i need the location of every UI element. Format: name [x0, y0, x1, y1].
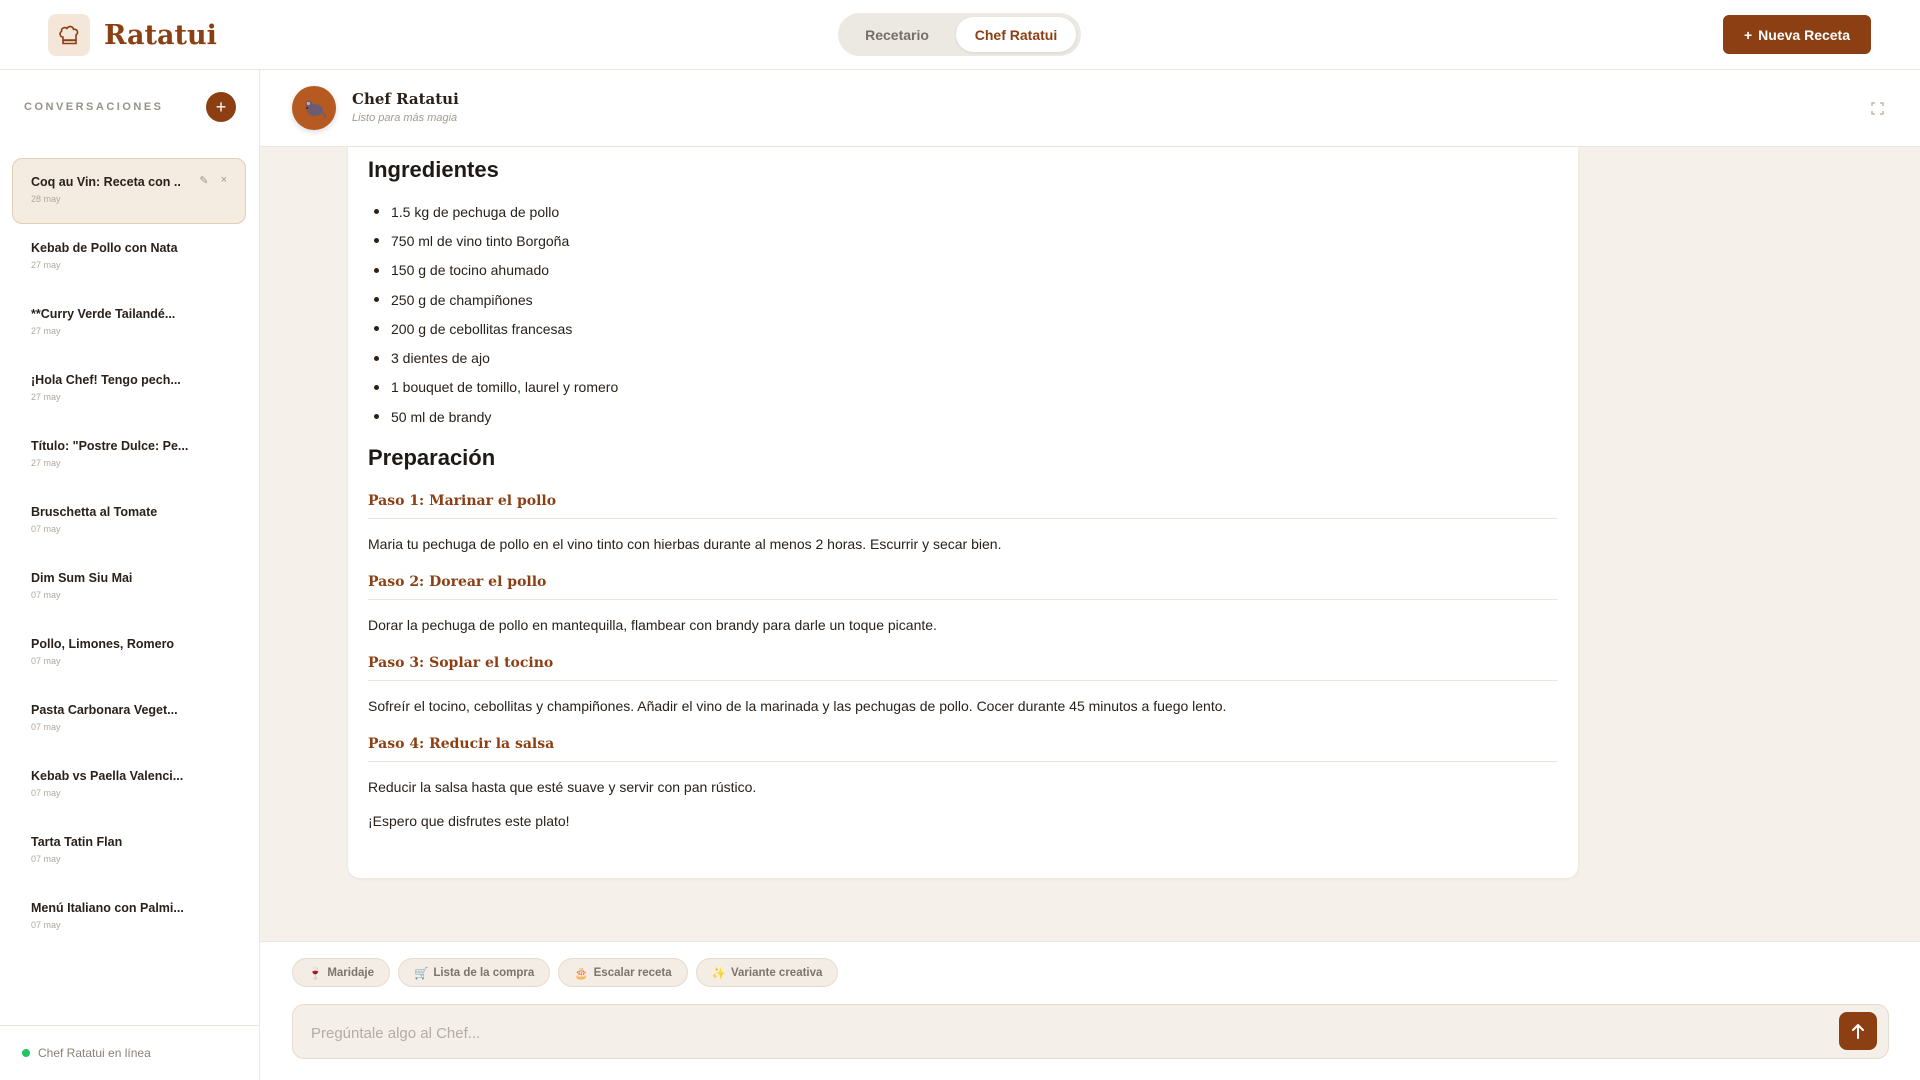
conversation-item[interactable]: Kebab vs Paella Valenci... 07 may: [12, 752, 246, 818]
send-button[interactable]: [1839, 1012, 1877, 1050]
ingredients-heading: Ingredientes: [368, 157, 499, 182]
avatar: [292, 86, 336, 130]
conversation-date: 07 may: [31, 920, 61, 930]
conversation-date: 07 may: [31, 590, 61, 600]
chat-input-container: [292, 1004, 1889, 1059]
chip-maridaje[interactable]: 🍷 Maridaje: [292, 958, 390, 987]
conversation-list: Coq au Vin: Receta con ... 28 may ✎ × Ke…: [12, 158, 246, 950]
conversation-item[interactable]: **Curry Verde Tailandé... 27 may: [12, 290, 246, 356]
chat-header: Chef Ratatui Listo para más magia: [260, 70, 1920, 147]
chip-scale-recipe[interactable]: 🎂 Escalar receta: [558, 958, 688, 987]
online-status: Chef Ratatui en línea: [0, 1025, 259, 1080]
conversation-date: 27 may: [31, 260, 61, 270]
conversations-sidebar: CONVERSACIONES + Coq au Vin: Receta con …: [0, 70, 260, 1080]
sidebar-header: CONVERSACIONES +: [24, 92, 236, 122]
list-item: 1.5 kg de pechuga de pollo: [368, 197, 1558, 226]
assistant-message: Ingredientes 1.5 kg de pechuga de pollo …: [348, 147, 1578, 878]
chip-creative-variant[interactable]: ✨ Variante creativa: [695, 958, 839, 987]
preparation-heading: Preparación: [368, 445, 496, 471]
conversation-date: 07 may: [31, 788, 61, 798]
conversation-date: 07 may: [31, 854, 61, 864]
online-dot-icon: [22, 1049, 30, 1057]
conversation-date: 27 may: [31, 392, 61, 402]
conversation-item[interactable]: Menú Italiano con Palmi... 07 may: [12, 884, 246, 950]
arrow-up-icon: [1852, 1024, 1864, 1039]
sidebar-title: CONVERSACIONES: [24, 101, 164, 113]
top-bar: Ratatui Recetario Chef Ratatui + Nueva R…: [0, 0, 1920, 70]
chat-title: Chef Ratatui: [352, 90, 459, 108]
step-title: Paso 1: Marinar el pollo: [368, 493, 1558, 520]
list-item: 1 bouquet de tomillo, laurel y romero: [368, 373, 1558, 402]
quick-actions: 🍷 Maridaje 🛒 Lista de la compra 🎂 Escala…: [292, 958, 839, 987]
conversation-title: Pollo, Limones, Romero: [31, 637, 175, 651]
new-recipe-button[interactable]: + Nueva Receta: [1723, 15, 1871, 54]
tab-chef-ratatui[interactable]: Chef Ratatui: [956, 17, 1076, 52]
ingredients-list: 1.5 kg de pechuga de pollo 750 ml de vin…: [368, 197, 1558, 431]
new-conversation-button[interactable]: +: [206, 92, 236, 122]
step-title: Paso 2: Dorear el pollo: [368, 574, 1558, 601]
conversation-item[interactable]: Bruschetta al Tomate 07 may: [12, 488, 246, 554]
conversation-title: Kebab vs Paella Valenci...: [31, 769, 184, 783]
conversation-item[interactable]: Coq au Vin: Receta con ... 28 may ✎ ×: [12, 158, 246, 224]
conversation-title: Título: "Postre Dulce: Pe...: [31, 439, 189, 453]
list-item: 50 ml de brandy: [368, 402, 1558, 431]
conversation-item[interactable]: Título: "Postre Dulce: Pe... 27 may: [12, 422, 246, 488]
step-title: Paso 4: Reducir la salsa: [368, 736, 1558, 763]
conversation-date: 07 may: [31, 524, 61, 534]
conversation-date: 07 may: [31, 722, 61, 732]
conversation-title: Menú Italiano con Palmi...: [31, 901, 184, 915]
conversation-item[interactable]: Dim Sum Siu Mai 07 may: [12, 554, 246, 620]
list-item: 200 g de cebollitas francesas: [368, 314, 1558, 343]
wine-icon: 🍷: [308, 967, 323, 980]
cake-icon: 🎂: [574, 967, 589, 980]
conversation-item[interactable]: Pollo, Limones, Romero 07 may: [12, 620, 246, 686]
step-text: Reducir la salsa hasta que esté suave y …: [368, 779, 757, 796]
closing-text: ¡Espero que disfrutes este plato!: [368, 813, 570, 830]
chef-hat-icon: [48, 14, 90, 56]
step-text: Maria tu pechuga de pollo en el vino tin…: [368, 536, 1002, 553]
list-item: 750 ml de vino tinto Borgoña: [368, 226, 1558, 255]
conversation-item[interactable]: ¡Hola Chef! Tengo pech... 27 may: [12, 356, 246, 422]
list-item: 3 dientes de ajo: [368, 343, 1558, 372]
brand-logo[interactable]: Ratatui: [48, 14, 217, 56]
expand-icon[interactable]: [1871, 102, 1884, 115]
conversation-date: 27 may: [31, 458, 61, 468]
conversation-item[interactable]: Pasta Carbonara Veget... 07 may: [12, 686, 246, 752]
conversation-title: ¡Hola Chef! Tengo pech...: [31, 373, 181, 387]
close-icon[interactable]: ×: [221, 174, 227, 187]
conversation-date: 27 may: [31, 326, 61, 336]
conversation-title: Bruschetta al Tomate: [31, 505, 158, 519]
step-title: Paso 3: Soplar el tocino: [368, 655, 1558, 682]
conversation-date: 07 may: [31, 656, 61, 666]
online-status-text: Chef Ratatui en línea: [38, 1046, 151, 1060]
chat-input[interactable]: [311, 1021, 1791, 1045]
conversation-title: **Curry Verde Tailandé...: [31, 307, 176, 321]
tab-recetario[interactable]: Recetario: [842, 17, 952, 52]
conversation-item[interactable]: Kebab de Pollo con Nata 27 may: [12, 224, 246, 290]
rat-icon: [305, 100, 326, 119]
sparkles-icon: ✨: [711, 967, 726, 980]
conversation-actions: ✎ ×: [199, 174, 227, 187]
brand-name: Ratatui: [104, 19, 217, 51]
list-item: 150 g de tocino ahumado: [368, 256, 1558, 285]
conversation-date: 28 may: [31, 194, 61, 204]
view-tabs: Recetario Chef Ratatui: [838, 13, 1081, 56]
cart-icon: 🛒: [414, 967, 429, 980]
plus-icon: +: [1743, 26, 1753, 43]
chat-status: Listo para más magia: [352, 112, 458, 124]
conversation-title: Dim Sum Siu Mai: [31, 571, 133, 585]
conversation-title: Tarta Tatin Flan: [31, 835, 123, 849]
conversation-title: Kebab de Pollo con Nata: [31, 241, 178, 255]
step-text: Sofreír el tocino, cebollitas y champiño…: [368, 698, 1227, 715]
new-recipe-label: Nueva Receta: [1758, 26, 1850, 43]
conversation-title: Pasta Carbonara Veget...: [31, 703, 178, 717]
chip-shopping-list[interactable]: 🛒 Lista de la compra: [398, 958, 551, 987]
edit-icon[interactable]: ✎: [199, 174, 208, 187]
list-item: 250 g de champiñones: [368, 285, 1558, 314]
conversation-title: Coq au Vin: Receta con ...: [31, 175, 181, 189]
step-text: Dorar la pechuga de pollo en mantequilla…: [368, 617, 937, 634]
message-composer: 🍷 Maridaje 🛒 Lista de la compra 🎂 Escala…: [260, 941, 1920, 1080]
conversation-item[interactable]: Tarta Tatin Flan 07 may: [12, 818, 246, 884]
